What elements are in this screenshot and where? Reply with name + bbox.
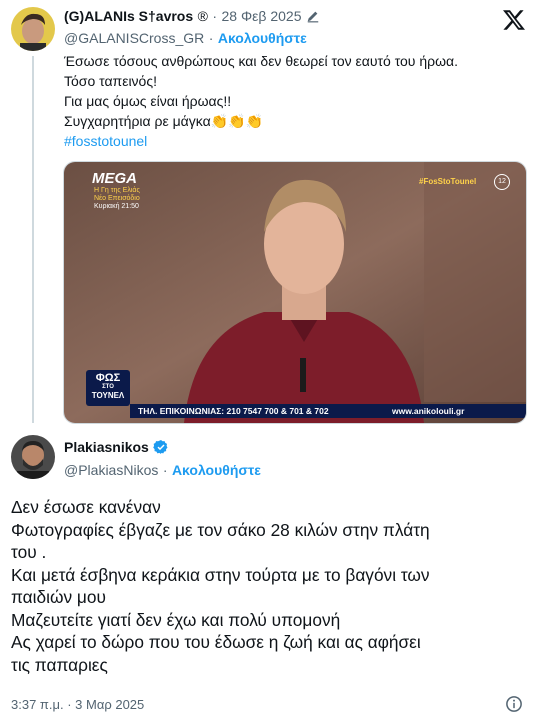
- main-header: Plakiasnikos: [64, 439, 169, 457]
- registered-mark: ®: [197, 8, 208, 24]
- follow-button[interactable]: Ακολουθήστε: [218, 30, 307, 46]
- show-logo-text: ΣΤΟ: [102, 384, 114, 390]
- text-line: Ας χαρεί το δώρο που του έδωσε η ζωή και…: [11, 632, 421, 652]
- text-line: Για μας όμως είναι ήρωας!!: [64, 93, 232, 109]
- display-name[interactable]: Plakiasnikos: [64, 439, 149, 455]
- text-line: Συγχαρητήρια ρε μάγκα: [64, 113, 211, 129]
- x-logo-icon[interactable]: [502, 8, 526, 32]
- display-name[interactable]: (G)ALANIs S†avros: [64, 8, 193, 24]
- hashtag-link[interactable]: #fosstotounel: [64, 131, 534, 151]
- tweet-timestamp[interactable]: 3:37 π.μ. · 3 Μαρ 2025: [11, 697, 144, 712]
- text-line: Τόσο ταπεινός!: [64, 73, 157, 89]
- ticker-text: ΤΗΛ. ΕΠΙΚΟΙΝΩΝΙΑΣ: 210 7547 700 & 701 & …: [138, 406, 329, 416]
- thread-line: [32, 56, 34, 423]
- ticker-website: www.anikolouli.gr: [392, 406, 465, 416]
- tweet-date[interactable]: 28 Φεβ 2025: [222, 8, 302, 24]
- show-logo-text: ΤΟΥΝΕΛ: [91, 391, 125, 400]
- follow-button[interactable]: Ακολουθήστε: [172, 462, 261, 478]
- main-handle-row: @PlakiasNikos · Ακολουθήστε: [64, 462, 261, 480]
- tv-info-line: Νέο Επεισόδιο: [94, 195, 140, 202]
- text-line: Και μετά έσβηνα κεράκια στην τούρτα με τ…: [11, 564, 430, 585]
- separator: ·: [162, 462, 168, 478]
- tweet-media[interactable]: MEGA Η Γη της Ελιάς Νέο Επεισόδιο Κυριακ…: [63, 161, 527, 424]
- avatar-image: [11, 435, 55, 479]
- text-line: Δεν έσωσε κανέναν: [11, 497, 161, 517]
- show-logo-text: ΦΩΣ: [95, 372, 121, 384]
- handle[interactable]: @PlakiasNikos: [64, 462, 158, 478]
- show-tag: #FosStoTounel: [419, 177, 477, 186]
- separator: ·: [212, 8, 218, 24]
- text-line: Φωτογραφίες έβγαζε με τον σάκο 28 κιλών …: [11, 519, 430, 540]
- quoted-header: (G)ALANIs S†avros ® · 28 Φεβ 2025: [64, 8, 320, 26]
- main-tweet-text: Δεν έσωσε κανέναν Φωτογραφίες έβγαζε με …: [11, 496, 536, 676]
- text-line-with-emoji: Συγχαρητήρια ρε μάγκα👏👏👏: [64, 111, 534, 131]
- channel-logo: MEGA: [92, 170, 137, 187]
- handle[interactable]: @GALANISCross_GR: [64, 30, 204, 46]
- text-line: τις παπαριες: [11, 654, 108, 675]
- quoted-text: Έσωσε τόσους ανθρώπους και δεν θεωρεί το…: [64, 51, 534, 151]
- tv-info-line: Η Γη της Ελιάς: [94, 187, 140, 194]
- pencil-icon: [307, 11, 319, 23]
- avatar-galanis[interactable]: [11, 7, 55, 51]
- rating-badge: 12: [494, 174, 510, 190]
- clap-emoji: 👏👏👏: [210, 113, 263, 129]
- info-icon[interactable]: [505, 695, 523, 713]
- quoted-handle-row: @GALANISCross_GR · Ακολουθήστε: [64, 30, 307, 48]
- text-line: Μαζευτείτε γιατί δεν έχω και πολύ υπομον…: [11, 609, 341, 630]
- separator: ·: [208, 30, 214, 46]
- show-logo: ΦΩΣ ΣΤΟ ΤΟΥΝΕΛ: [86, 370, 130, 406]
- text-line: παιδιών μου: [11, 587, 106, 607]
- text-line: του .: [11, 542, 47, 562]
- tv-program-info: Η Γη της Ελιάς Νέο Επεισόδιο Κυριακή 21:…: [94, 187, 140, 211]
- avatar-plakiasnikos[interactable]: [11, 435, 55, 479]
- avatar-image: [11, 7, 55, 51]
- text-line: Έσωσε τόσους ανθρώπους και δεν θεωρεί το…: [64, 53, 459, 69]
- tv-info-line: Κυριακή 21:50: [94, 203, 139, 210]
- verified-badge-icon: [153, 440, 168, 454]
